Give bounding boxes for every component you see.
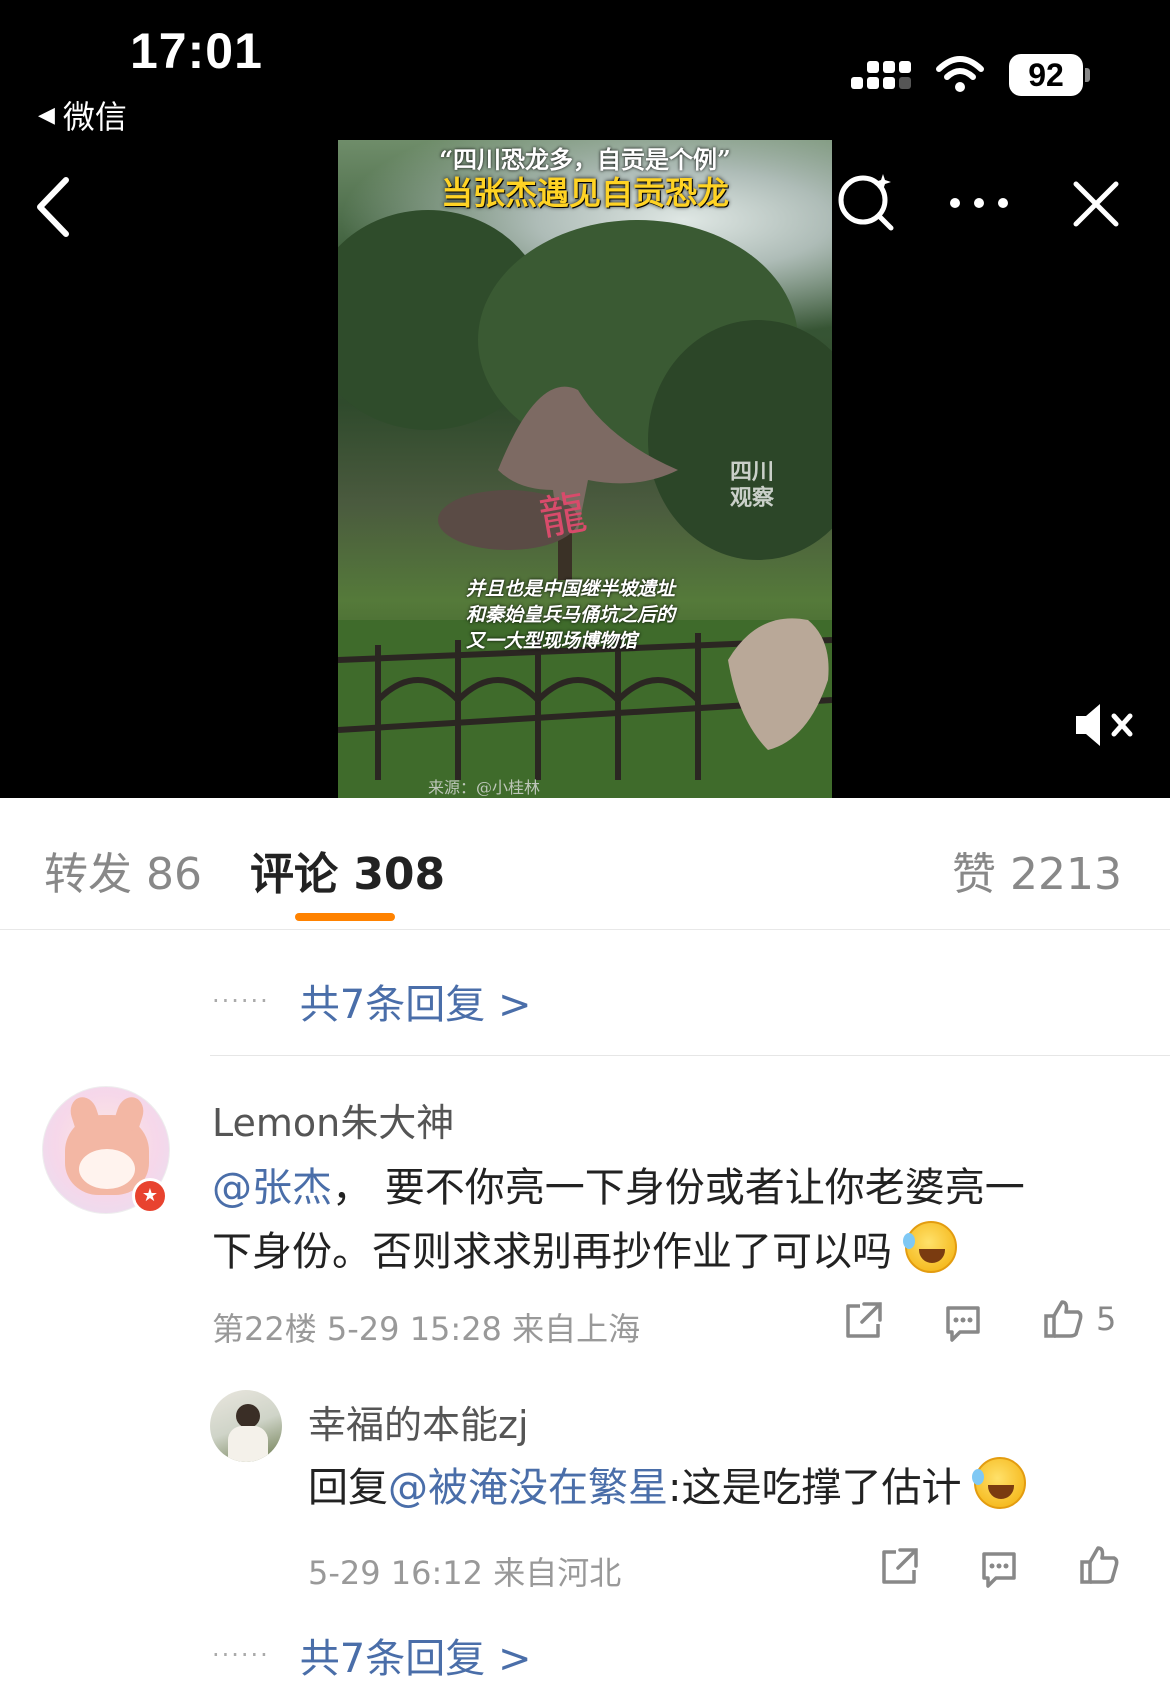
- laugh-cry-emoji: [972, 1457, 1027, 1509]
- comment-meta: 第22楼 5-29 15:28 来自上海: [212, 1310, 641, 1348]
- reply-mention[interactable]: @被淹没在繁星: [388, 1465, 668, 1511]
- close-icon[interactable]: [1070, 178, 1122, 230]
- reply-like-action: [1078, 1544, 1120, 1586]
- like-icon[interactable]: [1078, 1544, 1120, 1586]
- reply-text: 回复@被淹没在繁星:这是吃撑了估计: [308, 1456, 1148, 1520]
- comment-mention[interactable]: @张杰: [212, 1165, 332, 1211]
- tab-likes[interactable]: 赞 2213: [952, 838, 1122, 902]
- replies-dots: ······: [212, 1641, 270, 1669]
- like-count: 5: [1096, 1300, 1117, 1338]
- status-time: 17:01: [130, 23, 263, 79]
- svg-text:龍: 龍: [536, 485, 591, 546]
- share-icon[interactable]: [842, 1300, 884, 1342]
- reply-username[interactable]: 幸福的本能zj: [308, 1394, 529, 1449]
- tab-comments[interactable]: 评论 308: [250, 838, 445, 902]
- verified-badge-icon: ★: [132, 1178, 168, 1214]
- replies-dots: ······: [212, 987, 270, 1015]
- battery-icon: 92: [1009, 54, 1090, 96]
- more-icon[interactable]: [948, 196, 1010, 210]
- video-title-main: 当张杰遇见自贡恐龙: [440, 174, 729, 212]
- status-indicators: 92: [851, 54, 1090, 96]
- search-sparkle-icon[interactable]: [835, 168, 899, 232]
- tab-reposts[interactable]: 转发 86: [44, 838, 202, 902]
- comment-icon[interactable]: [978, 1548, 1020, 1590]
- comment-like-action[interactable]: 5: [1042, 1298, 1116, 1340]
- comment-text: @张杰， 要不你亮一下身份或者让你老婆亮一 下身份。否则求求别再抄作业了可以吗: [212, 1165, 1025, 1275]
- more-replies-link[interactable]: 共7条回复 >: [300, 972, 532, 1030]
- media-area: 17:01 ◀ 微信 92 龍 “四川恐龙多，自贡是个例” 当张杰遇见自贡恐龙 …: [0, 0, 1170, 798]
- video-watermark: 四川 观察: [730, 460, 775, 511]
- comment-username[interactable]: Lemon朱大神: [212, 1092, 454, 1147]
- back-triangle-icon: ◀: [38, 102, 55, 128]
- back-to-wechat[interactable]: ◀ 微信: [38, 92, 127, 138]
- reply-comment-action: [978, 1548, 1020, 1590]
- comment-divider: [210, 1055, 1170, 1056]
- video-thumbnail[interactable]: 龍 “四川恐龙多，自贡是个例” 当张杰遇见自贡恐龙 四川 观察 并且也是中国继半…: [338, 140, 832, 798]
- more-replies-top[interactable]: ······ 共7条回复 >: [212, 972, 531, 1030]
- cellular-signal-icon: [851, 61, 911, 89]
- video-caption: 并且也是中国继半坡遗址 和秦始皇兵马俑坑之后的 又一大型现场博物馆: [466, 578, 676, 652]
- video-source: 来源：@小桂林: [428, 778, 541, 797]
- comment-actions: [842, 1300, 884, 1342]
- tab-bar: 转发 86 评论 308 赞 2213: [0, 798, 1170, 930]
- wifi-icon: [936, 56, 984, 92]
- comment-reply-action: [942, 1302, 984, 1344]
- reply-share-action: [878, 1546, 920, 1588]
- like-icon[interactable]: [1042, 1298, 1084, 1340]
- mute-icon[interactable]: [1072, 700, 1142, 750]
- laugh-cry-emoji: [902, 1221, 957, 1273]
- comment-icon[interactable]: [942, 1302, 984, 1344]
- battery-level: 92: [1009, 54, 1083, 96]
- more-replies-bottom[interactable]: ······ 共7条回复 >: [212, 1626, 531, 1684]
- reply-meta: 5-29 16:12 来自河北: [308, 1554, 622, 1592]
- share-icon[interactable]: [878, 1546, 920, 1588]
- back-chevron-icon[interactable]: [30, 172, 80, 242]
- back-app-label: 微信: [62, 98, 127, 136]
- reply-avatar[interactable]: [210, 1390, 282, 1462]
- active-tab-indicator: [295, 913, 395, 921]
- page: 17:01 ◀ 微信 92 龍 “四川恐龙多，自贡是个例” 当张杰遇见自贡恐龙 …: [0, 0, 1170, 1685]
- more-replies-link[interactable]: 共7条回复 >: [300, 1626, 532, 1684]
